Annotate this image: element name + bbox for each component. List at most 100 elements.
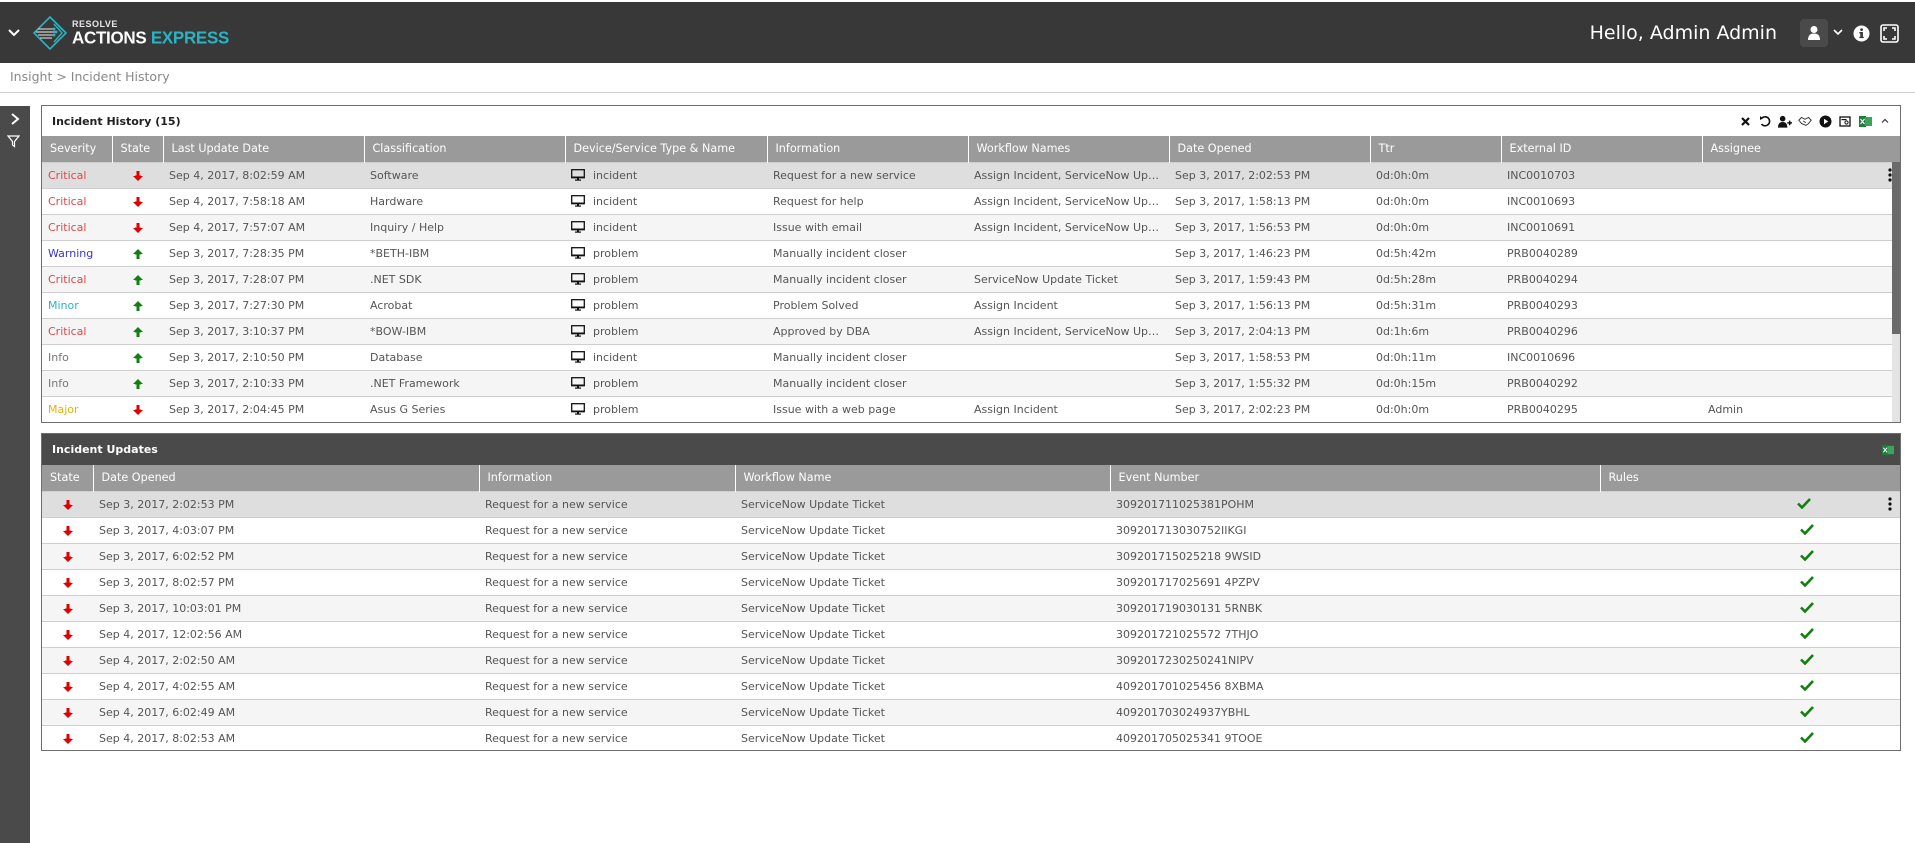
table-row[interactable]: Sep 3, 2017, 4:03:07 PM Request for a new… [42,516,1900,543]
table-row[interactable]: Sep 4, 2017, 8:02:53 AM Request for a new… [42,724,1900,750]
table-row[interactable]: Info Sep 3, 2017, 2:10:50 PM Database incid… [42,343,1900,370]
chevron-down-icon[interactable] [6,24,22,40]
column-header-date-opened[interactable]: Date Opened [1168,136,1370,162]
chevron-right-icon[interactable] [8,112,22,126]
table-row[interactable]: Critical Sep 4, 2017, 7:57:07 AM Inquiry /… [42,213,1900,240]
report-icon[interactable] [1838,114,1852,128]
assign-user-icon[interactable] [1778,114,1792,128]
excel-export-icon[interactable] [1858,114,1872,128]
workflow-names-cell [968,343,1169,370]
handshake-icon[interactable] [1798,114,1812,128]
date-opened-cell: Sep 3, 2017, 1:56:13 PM [1169,291,1370,318]
information-cell: Request for a new service [479,620,735,647]
filter-icon[interactable] [7,135,20,148]
information-cell: Request for a new service [479,568,735,595]
excel-export-icon[interactable] [1882,444,1894,456]
monitor-icon [571,403,585,415]
collapse-icon[interactable] [1878,114,1892,128]
column-header-workflow-names[interactable]: Workflow Names [967,136,1169,162]
column-header-event-number[interactable]: Event Number [1109,465,1600,491]
ttr-cell: 0d:5h:31m [1370,291,1501,318]
run-icon[interactable] [1818,114,1832,128]
table-row[interactable]: Critical Sep 3, 2017, 3:10:37 PM *BOW-IBM p… [42,317,1900,344]
column-header-information[interactable]: Information [766,136,968,162]
arrow-down-icon [62,655,73,666]
column-header-device[interactable]: Device/Service Type & Name [564,136,767,162]
column-header-state[interactable]: State [111,136,163,162]
fullscreen-icon[interactable] [1880,24,1899,43]
info-icon[interactable] [1853,25,1870,42]
scrollbar-thumb[interactable] [1892,162,1900,334]
table-row[interactable]: Sep 3, 2017, 6:02:52 PM Request for a new… [42,542,1900,569]
information-cell: Manually incident closer [767,265,968,292]
date-opened-cell: Sep 3, 2017, 1:58:53 PM [1169,343,1370,370]
device-cell: problem [565,317,767,344]
last-update-cell: Sep 3, 2017, 7:28:35 PM [163,239,364,266]
more-options-icon[interactable] [1888,496,1892,511]
column-header-classification[interactable]: Classification [363,136,565,162]
refresh-icon[interactable] [1758,114,1772,128]
state-cell [42,620,93,647]
column-header-severity[interactable]: Severity [42,136,112,162]
table-row[interactable]: Critical Sep 4, 2017, 8:02:59 AM Software i… [42,161,1900,188]
table-row[interactable]: Critical Sep 4, 2017, 7:58:18 AM Hardware i… [42,187,1900,214]
chevron-down-icon[interactable] [1832,26,1844,38]
device-type: problem [593,272,639,286]
table-row[interactable]: Sep 3, 2017, 10:03:01 PM Request for a ne… [42,594,1900,621]
column-header-assignee[interactable]: Assignee [1701,136,1900,162]
event-number-cell: 309201711025381POHM [1110,490,1600,517]
table-row[interactable]: Sep 3, 2017, 2:02:53 PM Request for a new… [42,490,1900,517]
column-header-workflow-name[interactable]: Workflow Name [734,465,1110,491]
device-cell: incident [565,213,767,240]
state-cell [112,343,163,370]
state-cell [42,646,93,673]
table-row[interactable]: Sep 3, 2017, 8:02:57 PM Request for a new… [42,568,1900,595]
monitor-icon [571,299,585,311]
column-header-last-update-date[interactable]: Last Update Date [162,136,364,162]
close-icon[interactable] [1738,114,1752,128]
severity-cell: Major [42,395,112,422]
column-header-date-opened[interactable]: Date Opened [92,465,479,491]
check-icon [1800,523,1814,535]
table-row[interactable]: Warning Sep 3, 2017, 7:28:35 PM *BETH-IBM p… [42,239,1900,266]
column-header-state[interactable]: State [42,465,93,491]
workflow-names-cell [968,369,1169,396]
user-menu-button[interactable] [1800,19,1828,47]
date-opened-cell: Sep 3, 2017, 1:56:53 PM [1169,213,1370,240]
table-row[interactable]: Sep 4, 2017, 2:02:50 AM Request for a new… [42,646,1900,673]
table-row[interactable]: Critical Sep 3, 2017, 7:28:07 PM .NET SDK p… [42,265,1900,292]
table-row[interactable]: Sep 4, 2017, 12:02:56 AM Request for a ne… [42,620,1900,647]
column-header-external-id[interactable]: External ID [1500,136,1702,162]
column-header-rules[interactable]: Rules [1599,465,1900,491]
monitor-icon [571,377,585,389]
device-cell: problem [565,369,767,396]
rules-cell [1600,724,1900,750]
device-type: problem [593,298,639,312]
workflow-name-cell: ServiceNow Update Ticket [735,724,1110,750]
state-cell [112,317,163,344]
table-row[interactable]: Sep 4, 2017, 6:02:49 AM Request for a new… [42,698,1900,725]
logo-accent: EXPRESS [150,27,230,48]
table-row[interactable]: Major Sep 3, 2017, 2:04:45 PM Asus G Serie… [42,395,1900,422]
column-header-ttr[interactable]: Ttr [1369,136,1501,162]
table-row[interactable]: Minor Sep 3, 2017, 7:27:30 PM Acrobat probl… [42,291,1900,318]
state-cell [42,490,93,517]
arrow-up-icon [132,378,143,389]
monitor-icon [571,325,585,337]
external-id-cell: PRB0040293 [1501,291,1702,318]
device-cell: problem [565,265,767,292]
table-row[interactable]: Info Sep 3, 2017, 2:10:33 PM .NET Framewor… [42,369,1900,396]
event-number-cell: 3092017230250241NIPV [1110,646,1600,673]
information-cell: Manually incident closer [767,369,968,396]
monitor-icon [571,247,585,259]
event-number-cell: 409201701025456 8XBMA [1110,672,1600,699]
breadcrumb[interactable]: Insight > Incident History [10,69,170,84]
column-header-information[interactable]: Information [478,465,735,491]
check-icon [1800,679,1814,691]
information-cell: Issue with email [767,213,968,240]
table-header-row: Severity State Last Update Date Classifi… [42,136,1900,162]
workflow-names-cell: Assign Incident, ServiceNow Updat... [968,161,1169,188]
table-row[interactable]: Sep 4, 2017, 4:02:55 AM Request for a new… [42,672,1900,699]
check-icon [1800,549,1814,561]
device-type: problem [593,376,639,390]
